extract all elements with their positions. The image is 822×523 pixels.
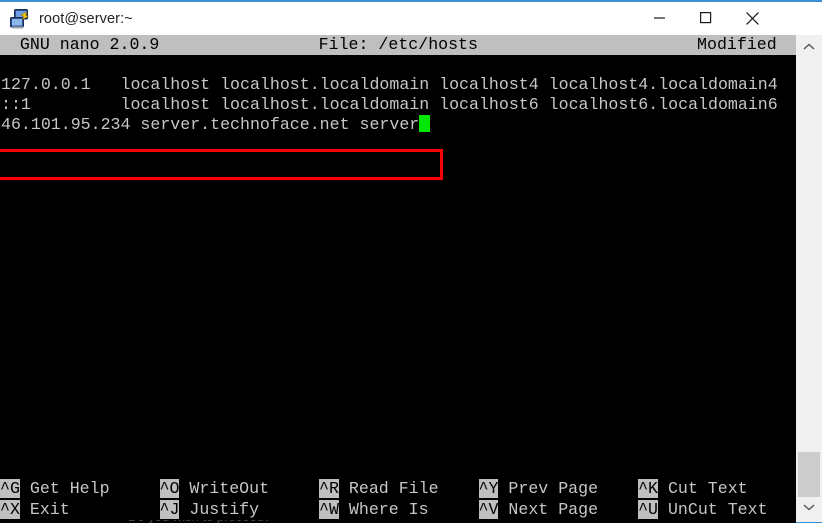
shortcut-label: Next Page bbox=[498, 500, 599, 519]
shortcut-key: ^K bbox=[638, 479, 658, 498]
file-line: ::1 localhost localhost.localdomain loca… bbox=[1, 95, 778, 114]
shortcut-label: WriteOut bbox=[179, 479, 270, 498]
nano-header-bar: GNU nano 2.0.9 File: /etc/hosts Modified bbox=[0, 35, 796, 55]
scrollbar-thumb[interactable] bbox=[798, 452, 820, 497]
shortcut-writeout[interactable]: ^O WriteOut bbox=[159, 478, 270, 499]
shortcut-row: ^X Exit ^J Justify ^W Where Is ^V Next Page… bbox=[0, 499, 796, 520]
shortcut-where-is[interactable]: ^W Where Is bbox=[319, 499, 429, 520]
shortcut-prev-page[interactable]: ^Y Prev Page bbox=[478, 478, 599, 499]
shortcut-key: ^U bbox=[638, 500, 658, 519]
shortcut-key: ^Y bbox=[478, 479, 499, 498]
shortcut-label: Cut Text bbox=[658, 479, 748, 498]
window-title: root@server:~ bbox=[39, 10, 133, 27]
shortcut-exit[interactable]: ^X Exit bbox=[0, 499, 70, 520]
shortcut-key: ^J bbox=[159, 500, 180, 519]
shortcut-next-page[interactable]: ^V Next Page bbox=[478, 499, 599, 520]
window-titlebar[interactable]: root@server:~ bbox=[0, 2, 822, 35]
shortcut-uncut-text[interactable]: ^U UnCut Text bbox=[638, 499, 768, 520]
shortcut-key: ^R bbox=[319, 479, 339, 498]
shortcut-key: ^X bbox=[0, 500, 20, 519]
shortcut-key: ^W bbox=[319, 500, 339, 519]
minimize-button[interactable] bbox=[637, 2, 683, 34]
shortcut-justify[interactable]: ^J Justify bbox=[159, 499, 260, 520]
red-highlight-rectangle bbox=[0, 149, 443, 180]
shortcut-label: Exit bbox=[19, 500, 70, 519]
shortcut-key: ^G bbox=[0, 479, 20, 498]
shortcut-read-file[interactable]: ^R Read File bbox=[319, 478, 439, 499]
shortcut-row: ^G Get Help ^O WriteOut ^R Read File ^Y Pre… bbox=[0, 478, 796, 499]
shortcut-key: ^O bbox=[159, 479, 180, 498]
shortcut-label: Justify bbox=[179, 500, 260, 519]
shortcut-key: ^V bbox=[478, 500, 499, 519]
shortcut-label: Read File bbox=[338, 479, 439, 498]
chevron-up-icon[interactable] bbox=[796, 35, 822, 59]
maximize-button[interactable] bbox=[683, 2, 729, 34]
vertical-scrollbar[interactable] bbox=[796, 35, 822, 523]
text-cursor bbox=[419, 115, 431, 132]
close-button[interactable] bbox=[729, 2, 775, 34]
putty-terminal-icon bbox=[9, 8, 31, 30]
terminal-screen[interactable]: GNU nano 2.0.9 File: /etc/hosts Modified… bbox=[0, 35, 796, 523]
shortcut-label: Get Help bbox=[19, 479, 110, 498]
putty-window: root@server:~ GNU nano 2.0.9 File: /etc/… bbox=[0, 0, 822, 523]
file-line: 127.0.0.1 localhost localhost.localdomai… bbox=[1, 75, 778, 94]
shortcut-get-help[interactable]: ^G Get Help bbox=[0, 478, 110, 499]
nano-shortcut-bar: ^G Get Help ^O WriteOut ^R Read File ^Y Pre… bbox=[0, 478, 796, 520]
shortcut-label: UnCut Text bbox=[658, 500, 768, 519]
shortcut-label: Prev Page bbox=[498, 479, 599, 498]
file-line-with-cursor: 46.101.95.234 server.technoface.net serv… bbox=[1, 115, 431, 135]
file-line-text: 46.101.95.234 server.technoface.net serv… bbox=[1, 115, 420, 134]
chevron-down-icon[interactable] bbox=[796, 495, 822, 519]
shortcut-label: Where Is bbox=[338, 500, 429, 519]
shortcut-cut-text[interactable]: ^K Cut Text bbox=[638, 478, 748, 499]
